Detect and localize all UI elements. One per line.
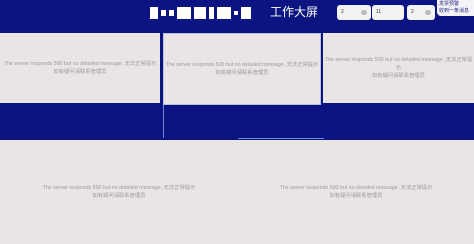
month-select[interactable]: 11 bbox=[372, 5, 404, 20]
page-title: 工作大屏 bbox=[270, 5, 319, 19]
dashboard-panel-5: The server responds 500 but no detailed … bbox=[238, 140, 474, 244]
company-logo-redacted bbox=[150, 6, 265, 20]
error-message-line2: 如有疑问请联系管理员 bbox=[53, 69, 107, 75]
error-message-line1: The server responds 500 but no detailed … bbox=[279, 185, 433, 191]
error-message: The server responds 500 but no detailed … bbox=[166, 61, 319, 77]
notification-popup[interactable]: 发票预警 收到一条消息 bbox=[437, 0, 474, 16]
error-message-line1: The server responds 500 but no detailed … bbox=[42, 185, 196, 191]
error-message-line2: 如有疑问请联系管理员 bbox=[329, 193, 383, 199]
dashboard-panel-2: The server responds 500 but no detailed … bbox=[163, 33, 321, 105]
error-message: The server responds 500 but no detailed … bbox=[323, 56, 474, 80]
dashboard-panel-4: The server responds 500 but no detailed … bbox=[0, 140, 238, 244]
notification-title: 发票预警 bbox=[439, 1, 460, 7]
error-message-line1: The server responds 500 but no detailed … bbox=[3, 61, 157, 67]
dashboard-panel-1: The server responds 500 but no detailed … bbox=[0, 33, 160, 103]
error-message-line2: 如有疑问请联系管理员 bbox=[372, 73, 425, 79]
error-message: The server responds 500 but no detailed … bbox=[4, 60, 157, 76]
error-message: The server responds 500 but no detailed … bbox=[280, 184, 433, 200]
error-message-line1: The server responds 500 but no detailed … bbox=[165, 62, 319, 68]
notification-text: 收到一条消息 bbox=[439, 8, 470, 14]
period-select[interactable]: 2 bbox=[407, 5, 435, 20]
year-select[interactable]: 2 bbox=[337, 5, 371, 20]
chevron-down-icon bbox=[361, 10, 367, 15]
top-header: 工作大屏 2 11 2 发票预警 收到一条消息 bbox=[0, 0, 474, 30]
year-select-value: 2 bbox=[341, 9, 344, 15]
error-message-line2: 如有疑问请联系管理员 bbox=[215, 70, 269, 76]
period-select-value: 2 bbox=[411, 9, 414, 15]
error-message: The server responds 500 but no detailed … bbox=[43, 184, 196, 200]
panel-divider-line bbox=[238, 138, 324, 139]
panel-divider-line bbox=[163, 105, 164, 138]
error-message-line2: 如有疑问请联系管理员 bbox=[92, 193, 146, 199]
error-message-line1: The server responds 500 but no detailed … bbox=[324, 57, 473, 71]
month-select-value: 11 bbox=[376, 9, 382, 15]
chevron-down-icon bbox=[425, 10, 431, 15]
dashboard-panel-3: The server responds 500 but no detailed … bbox=[323, 33, 474, 103]
